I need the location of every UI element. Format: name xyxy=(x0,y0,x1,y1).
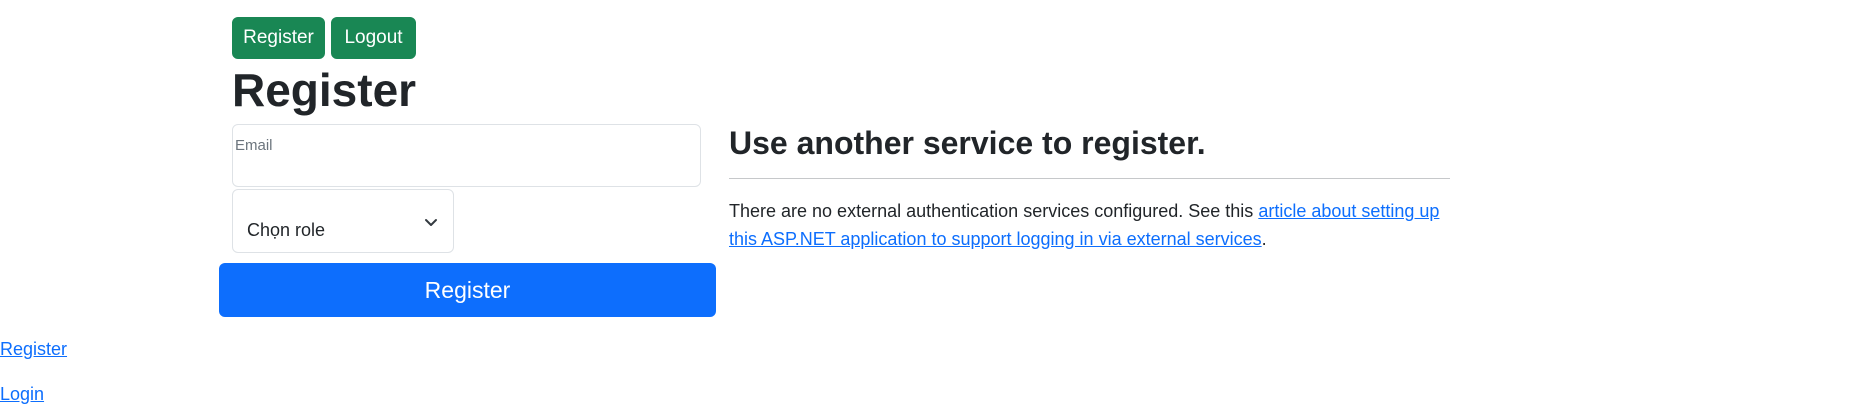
role-selected-value: Chọn role xyxy=(247,220,326,240)
footer-login-link[interactable]: Login xyxy=(0,384,44,405)
page: Register Logout Register Email Chọn role… xyxy=(0,0,1872,411)
top-nav: Register Logout xyxy=(232,17,416,59)
chevron-down-icon xyxy=(425,219,437,226)
external-login-heading: Use another service to register. xyxy=(729,125,1206,161)
email-label: Email xyxy=(235,137,273,154)
external-text-before: There are no external authentication ser… xyxy=(729,201,1259,221)
external-text-after: . xyxy=(1261,229,1267,249)
footer-register-link[interactable]: Register xyxy=(0,339,67,360)
external-login-description: There are no external authentication ser… xyxy=(729,197,1459,253)
nav-register-button[interactable]: Register xyxy=(232,17,325,59)
register-submit-button[interactable]: Register xyxy=(219,263,716,317)
nav-logout-button[interactable]: Logout xyxy=(331,17,416,59)
role-select[interactable]: Chọn role xyxy=(232,189,454,253)
page-title: Register xyxy=(232,64,417,116)
divider xyxy=(729,178,1450,179)
email-field[interactable]: Email xyxy=(232,124,701,187)
